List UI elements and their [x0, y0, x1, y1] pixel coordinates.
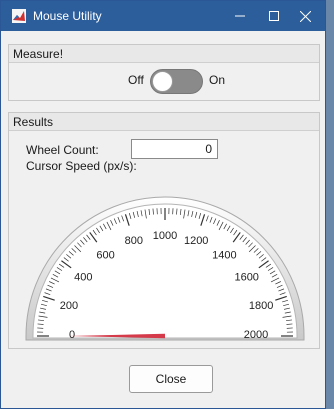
- gauge-tick-label: 400: [74, 272, 92, 284]
- maximize-icon: [269, 11, 279, 21]
- gauge-tick-label: 1200: [184, 235, 208, 247]
- measure-toggle-switch[interactable]: [150, 69, 203, 94]
- cursor-speed-label: Cursor Speed (px/s):: [26, 159, 137, 173]
- gauge-tick-label: 0: [69, 329, 75, 341]
- gauge-tick-label: 800: [125, 235, 143, 247]
- wheel-count-field[interactable]: 0: [131, 139, 218, 159]
- results-panel: Results Wheel Count: 0 Cursor Speed (px/…: [8, 112, 320, 349]
- gauge-tick-label: 1600: [234, 272, 258, 284]
- gauge-tick-label: 200: [60, 300, 78, 312]
- cursor-speed-gauge: 0 200 400 600 800 1000 1200 1400 1600 1800 2000: [25, 196, 305, 341]
- matlab-app-icon: [12, 9, 26, 23]
- gauge-tick-label: 2000: [244, 329, 268, 341]
- close-button[interactable]: Close: [129, 365, 213, 393]
- minimize-icon: [235, 15, 245, 17]
- gauge-tick-label: 1400: [212, 249, 236, 261]
- wheel-count-label: Wheel Count:: [26, 143, 99, 157]
- switch-on-label: On: [209, 73, 226, 87]
- measure-panel-title: Measure!: [9, 45, 319, 63]
- close-icon: [299, 10, 311, 22]
- switch-off-label: Off: [128, 73, 144, 87]
- window-close-button[interactable]: [284, 1, 326, 31]
- window-title: Mouse Utility: [33, 9, 102, 23]
- gauge-tick-label: 600: [96, 249, 114, 261]
- switch-knob[interactable]: [152, 71, 173, 92]
- results-panel-title: Results: [9, 113, 319, 131]
- app-window: Mouse Utility Measure! Off On Results Wh…: [0, 0, 326, 409]
- measure-panel: Measure! Off On: [8, 44, 320, 101]
- gauge-tick-label: 1800: [249, 300, 273, 312]
- gauge-tick-label: 1000: [153, 230, 177, 242]
- title-bar[interactable]: Mouse Utility: [1, 1, 325, 31]
